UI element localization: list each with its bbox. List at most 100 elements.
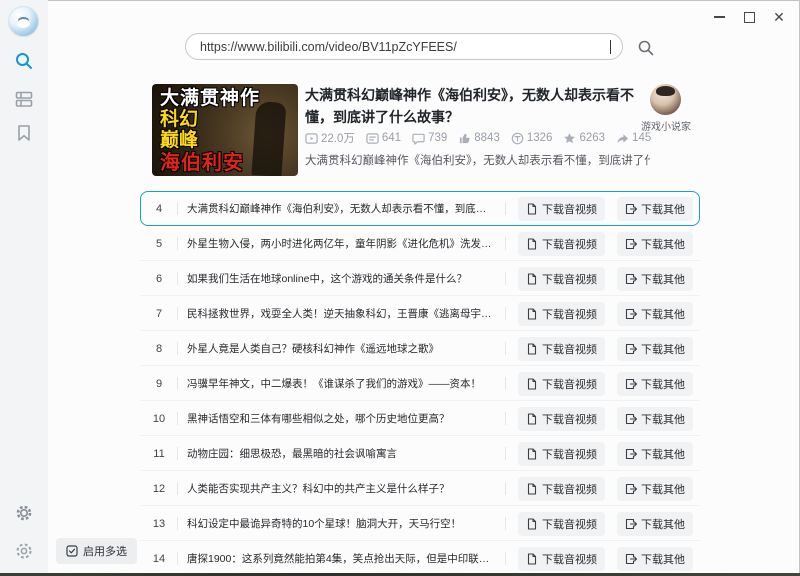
sidebar-item-settings[interactable]	[13, 540, 35, 562]
row-number: 8	[141, 343, 177, 355]
list-item[interactable]: 7 民科拯救世界，戏耍全人类！逆天抽象科幻，王晋康《逃离母宇宙》 下载音视频 下…	[140, 296, 700, 331]
row-number: 14	[141, 553, 177, 565]
row-number: 7	[141, 308, 177, 320]
row-number: 4	[141, 203, 177, 215]
checkbox-icon	[66, 545, 78, 557]
thumbnail-text: 科幻	[160, 110, 298, 131]
url-bar	[185, 33, 623, 60]
download-other-button[interactable]: 下载其他	[617, 407, 693, 431]
sidebar-item-bookmarks[interactable]	[13, 122, 35, 144]
uploader-name: 游戏小说家	[633, 118, 699, 133]
sidebar-item-services[interactable]	[13, 502, 35, 524]
row-title: 如果我们生活在地球online中，这个游戏的通关条件是什么？	[178, 271, 505, 286]
file-download-icon	[526, 308, 538, 320]
coin-icon	[511, 132, 524, 145]
divider	[505, 412, 506, 425]
thumbnail-text: 海伯利安	[160, 152, 298, 174]
download-other-button[interactable]: 下载其他	[617, 547, 693, 571]
row-number: 10	[141, 413, 177, 425]
row-title: 动物庄园：细思极恐，最黑暗的社会讽喻寓言	[178, 446, 505, 461]
download-other-button[interactable]: 下载其他	[617, 267, 693, 291]
video-thumbnail[interactable]: 大满贯神作 科幻 巅峰 海伯利安	[152, 84, 298, 176]
app-window: ✕	[0, 0, 800, 576]
export-icon	[625, 203, 637, 215]
list-item[interactable]: 11 动物庄园：细思极恐，最黑暗的社会讽喻寓言 下载音视频 下载其他	[140, 436, 700, 471]
download-av-button[interactable]: 下载音视频	[518, 477, 605, 501]
divider	[505, 552, 506, 565]
row-title: 大满贯科幻巅峰神作《海伯利安》，无数人却表示看不懂，到底讲了什么故...	[178, 201, 505, 216]
list-item[interactable]: 6 如果我们生活在地球online中，这个游戏的通关条件是什么？ 下载音视频 下…	[140, 261, 700, 296]
comment-icon	[412, 132, 425, 145]
row-number: 12	[141, 483, 177, 495]
download-other-button[interactable]: 下载其他	[617, 477, 693, 501]
row-number: 11	[141, 448, 177, 460]
play-icon	[305, 132, 318, 145]
download-other-button[interactable]: 下载其他	[617, 337, 693, 361]
sidebar-item-search[interactable]	[13, 50, 35, 72]
row-number: 5	[141, 238, 177, 250]
sidebar-item-tasks[interactable]	[13, 88, 35, 110]
row-title: 黑神话悟空和三体有哪些相似之处，哪个历史地位更高？	[178, 411, 505, 426]
download-other-button[interactable]: 下载其他	[617, 302, 693, 326]
window-controls: ✕	[708, 7, 790, 27]
stat-danmaku: 641	[366, 132, 401, 145]
stat-shares: 145	[616, 132, 651, 145]
close-icon[interactable]: ✕	[768, 7, 790, 27]
row-title: 人类能否实现共产主义？科幻中的共产主义是什么样子？	[178, 481, 505, 496]
list-item[interactable]: 12 人类能否实现共产主义？科幻中的共产主义是什么样子？ 下载音视频 下载其他	[140, 471, 700, 506]
download-other-button[interactable]: 下载其他	[617, 442, 693, 466]
download-other-button[interactable]: 下载其他	[617, 232, 693, 256]
export-icon	[625, 378, 637, 390]
list-item[interactable]: 13 科幻设定中最诡异奇特的10个星球！脑洞大开，天马行空！ 下载音视频 下载其…	[140, 506, 700, 541]
list-item[interactable]: 4 大满贯科幻巅峰神作《海伯利安》，无数人却表示看不懂，到底讲了什么故... 下…	[140, 191, 700, 226]
export-icon	[625, 553, 637, 565]
card-list-icon	[14, 89, 34, 109]
file-download-icon	[526, 203, 538, 215]
list-item[interactable]: 5 外星生物入侵，两小时进化两亿年，童年阴影《进化危机》洗发水拯救世界！ 下载音…	[140, 226, 700, 261]
export-icon	[625, 238, 637, 250]
file-download-icon	[526, 238, 538, 250]
search-icon	[637, 39, 655, 57]
uploader-avatar[interactable]	[650, 84, 681, 115]
row-number: 13	[141, 518, 177, 530]
list-item[interactable]: 10 黑神话悟空和三体有哪些相似之处，哪个历史地位更高？ 下载音视频 下载其他	[140, 401, 700, 436]
file-download-icon	[526, 553, 538, 565]
download-other-button[interactable]: 下载其他	[617, 512, 693, 536]
download-av-button[interactable]: 下载音视频	[518, 232, 605, 256]
text-caret	[610, 40, 611, 54]
download-av-button[interactable]: 下载音视频	[518, 512, 605, 536]
thumbnail-text: 巅峰	[160, 131, 298, 152]
list-item[interactable]: 9 冯骥早年神文，中二爆表！《谁谋杀了我们的游戏》——资本！ 下载音视频 下载其…	[140, 366, 700, 401]
gear-small-icon	[14, 503, 34, 523]
thumbnail-text: 大满贯神作	[160, 89, 298, 110]
export-icon	[625, 343, 637, 355]
minimize-icon[interactable]	[708, 7, 730, 27]
file-download-icon	[526, 518, 538, 530]
download-av-button[interactable]: 下载音视频	[518, 197, 605, 221]
download-av-button[interactable]: 下载音视频	[518, 267, 605, 291]
download-other-button[interactable]: 下载其他	[617, 372, 693, 396]
download-av-button[interactable]: 下载音视频	[518, 302, 605, 326]
download-av-button[interactable]: 下载音视频	[518, 547, 605, 571]
list-item[interactable]: 14 唐探1900：这系列竟然能拍第4集，笑点抢出天际，但是中印联合反美 下载音…	[140, 541, 700, 576]
download-av-button[interactable]: 下载音视频	[518, 372, 605, 396]
thumbs-up-icon	[458, 132, 471, 145]
row-title: 民科拯救世界，戏耍全人类！逆天抽象科幻，王晋康《逃离母宇宙》	[178, 306, 505, 321]
file-download-icon	[526, 483, 538, 495]
video-title[interactable]: 大满贯科幻巅峰神作《海伯利安》，无数人却表示看不懂，到底讲了什么故事？	[305, 85, 640, 128]
download-other-button[interactable]: 下载其他	[617, 197, 693, 221]
divider	[505, 202, 506, 215]
maximize-icon[interactable]	[738, 7, 760, 27]
download-av-button[interactable]: 下载音视频	[518, 407, 605, 431]
url-input[interactable]	[186, 34, 622, 59]
export-icon	[625, 308, 637, 320]
file-download-icon	[526, 273, 538, 285]
download-av-button[interactable]: 下载音视频	[518, 442, 605, 466]
divider	[505, 377, 506, 390]
file-download-icon	[526, 343, 538, 355]
list-item[interactable]: 8 外星人竟是人类自己？硬核科幻神作《遥远地球之歌》 下载音视频 下载其他	[140, 331, 700, 366]
url-search-button[interactable]	[637, 39, 655, 57]
enable-multiselect-button[interactable]: 启用多选	[56, 538, 137, 564]
download-av-button[interactable]: 下载音视频	[518, 337, 605, 361]
sidebar	[0, 0, 48, 573]
